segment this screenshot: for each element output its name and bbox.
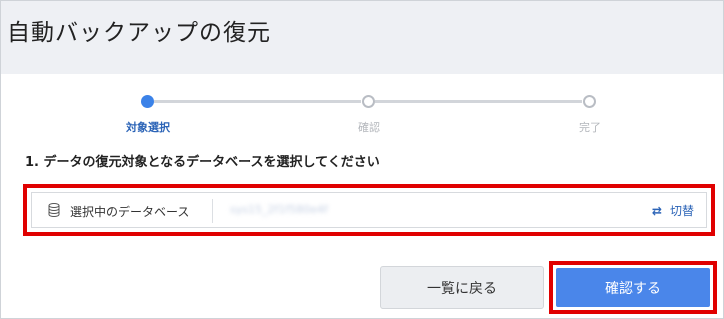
step-connector [375, 100, 582, 103]
step-connector [154, 100, 361, 103]
swap-arrows-icon: ⇄ [651, 204, 662, 218]
progress-stepper: 対象選択 確認 完了 [1, 91, 723, 135]
confirm-button[interactable]: 確認する [556, 268, 710, 307]
switch-database-button[interactable]: ⇄ 切替 [652, 202, 694, 219]
step-1-indicator [141, 95, 154, 108]
divider [212, 199, 213, 223]
database-selector: 選択中のデータベース sys15_2f1f580e4f ⇄ 切替 [31, 192, 707, 228]
page-title: 自動バックアップの復元 [7, 20, 271, 46]
step-instruction: 1. データの復元対象となるデータベースを選択してください [25, 155, 380, 170]
page-header: 自動バックアップの復元 [1, 1, 723, 74]
restore-dialog: 自動バックアップの復元 対象選択 確認 完了 1. データの復元対象となるデータ… [0, 0, 724, 319]
back-to-list-button[interactable]: 一覧に戻る [380, 266, 544, 309]
step-3-label: 完了 [579, 121, 601, 134]
step-1-label: 対象選択 [126, 121, 170, 134]
step-3-indicator [583, 95, 596, 108]
step-2-label: 確認 [358, 121, 380, 134]
switch-label: 切替 [669, 204, 694, 218]
database-label: 選択中のデータベース [70, 205, 190, 219]
database-icon [48, 203, 60, 217]
step-2-indicator [362, 95, 375, 108]
selected-database-value: sys15_2f1f580e4f [230, 203, 328, 216]
